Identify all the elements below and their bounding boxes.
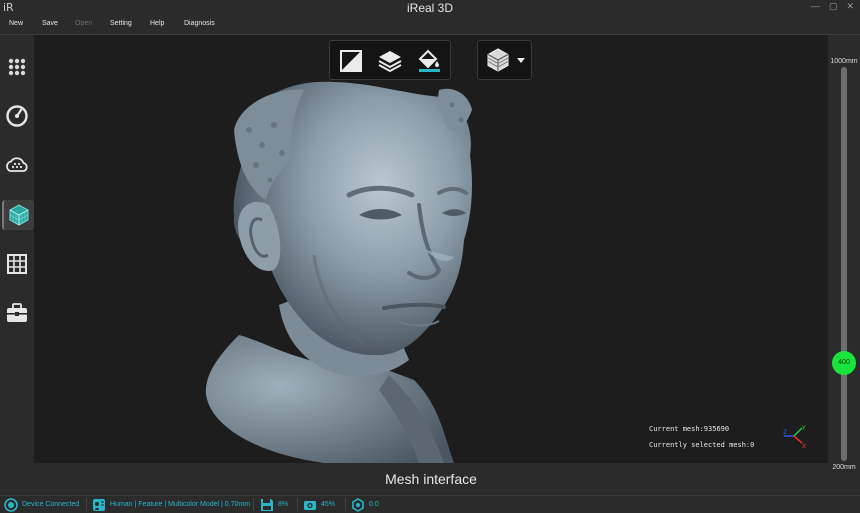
scan-mode-icon: [93, 498, 105, 511]
target-icon: [352, 497, 364, 512]
left-toolbar: [0, 35, 34, 495]
target-status: 0.0: [351, 497, 379, 512]
menu-new[interactable]: New: [9, 20, 23, 27]
device-status: Device Connected: [4, 497, 79, 512]
minimize-button[interactable]: —: [811, 1, 820, 12]
current-mesh-value: 935690: [703, 425, 730, 433]
window-title: iReal 3D: [406, 1, 454, 15]
selected-mesh-label: Currently selected mesh:: [649, 441, 751, 449]
tool-point-cloud[interactable]: [2, 150, 32, 180]
depth-panel: 1000mm 400 200mm: [828, 35, 860, 495]
selected-mesh-readout: Currently selected mesh:0: [649, 441, 754, 449]
layers-icon: [378, 51, 402, 73]
menu-bar: New Save Open Setting Help Diagnosis: [0, 16, 860, 35]
menu-help[interactable]: Help: [150, 20, 164, 27]
current-mesh-readout: Current mesh:935690: [649, 425, 729, 433]
device-connected-icon: [4, 497, 18, 512]
scan-mode-text: Human | Feature | Multicolor Model | 0.7…: [110, 501, 251, 508]
tool-scan[interactable]: [2, 101, 32, 131]
menu-setting[interactable]: Setting: [110, 20, 132, 27]
depth-slider-track[interactable]: [841, 67, 847, 461]
scan-mode-status: Human | Feature | Multicolor Model | 0.7…: [92, 497, 250, 512]
paint-bucket-icon: [418, 49, 440, 72]
current-mesh-label: Current mesh:: [649, 425, 704, 433]
disk-status: 8%: [260, 497, 288, 512]
edit-toolbar: [329, 40, 451, 80]
axis-x-label: X: [802, 443, 806, 449]
toolbox-icon: [7, 303, 27, 322]
depth-slider-thumb[interactable]: 400: [832, 350, 856, 375]
device-status-text: Device Connected: [22, 501, 80, 508]
scan-dial-icon: [6, 105, 28, 127]
crop-plane-button[interactable]: [338, 48, 364, 74]
tool-grid[interactable]: [2, 249, 32, 279]
crop-plane-icon: [340, 50, 362, 72]
chevron-down-icon: [517, 58, 525, 63]
maximize-button[interactable]: ▢: [829, 1, 838, 12]
view-mode-dropdown[interactable]: [477, 40, 532, 80]
disk-usage-text: 8%: [278, 501, 289, 508]
menu-open[interactable]: Open: [75, 20, 92, 27]
camera-icon: [304, 500, 316, 510]
camera-usage-text: 45%: [321, 501, 336, 508]
axis-icon: Z Y X: [783, 425, 806, 450]
mode-label: Mesh interface: [34, 463, 828, 495]
selected-mesh-value: 0: [750, 441, 755, 449]
slider-max-label: 1000mm: [830, 58, 858, 65]
tool-scan-setup[interactable]: [2, 52, 32, 82]
camera-status: 45%: [303, 497, 335, 512]
axis-gizmo: Z Y X: [782, 423, 808, 450]
menu-diagnosis[interactable]: Diagnosis: [184, 20, 215, 27]
mesh-cube-icon: [487, 48, 509, 72]
mesh-model[interactable]: [34, 35, 828, 463]
save-disk-icon: [261, 498, 273, 511]
close-button[interactable]: ✕: [846, 1, 854, 12]
target-value-text: 0.0: [369, 501, 379, 508]
layers-button[interactable]: [377, 48, 403, 74]
tool-mesh[interactable]: [2, 200, 34, 230]
menu-save[interactable]: Save: [42, 20, 58, 27]
status-bar: Device Connected Human | Feature | Multi…: [0, 495, 860, 513]
grid-icon: [7, 254, 27, 274]
mesh-cube-icon: [9, 204, 29, 226]
slider-min-label: 200mm: [832, 464, 856, 471]
point-cloud-icon: [6, 157, 28, 172]
axis-z-label: Z: [783, 429, 787, 436]
dot-grid-icon: [8, 58, 26, 76]
paint-bucket-button[interactable]: [416, 48, 442, 74]
3d-viewport[interactable]: Current mesh:935690 Currently selected m…: [34, 35, 828, 463]
axis-y-label: Y: [801, 425, 806, 432]
title-bar: iR iReal 3D — ▢ ✕: [0, 0, 860, 16]
tool-toolbox[interactable]: [2, 298, 32, 328]
